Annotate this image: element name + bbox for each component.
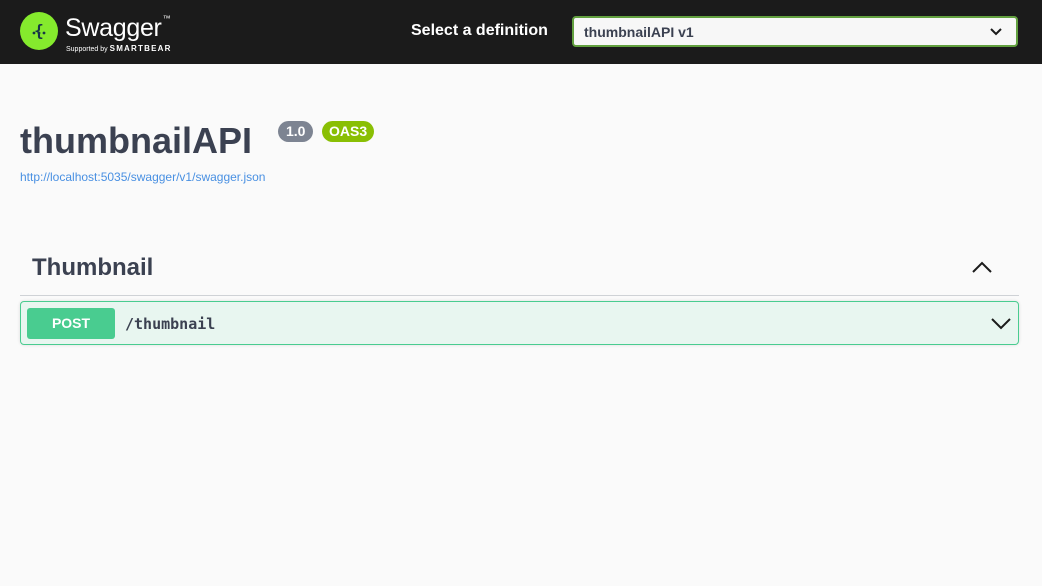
tag-thumbnail[interactable]: Thumbnail [20, 246, 1019, 296]
definition-select[interactable]: thumbnailAPI v1 [572, 16, 1018, 47]
version-badge: 1.0 [278, 121, 314, 142]
definition-label: Select a definition [411, 22, 548, 39]
chevron-down-icon[interactable] [990, 315, 1012, 331]
logo-trademark: ™ [162, 14, 171, 23]
api-info: thumbnailAPI 1.0 OAS3 http://localhost:5… [20, 118, 1020, 188]
chevron-up-icon[interactable] [971, 258, 993, 276]
svg-text:{: { [34, 21, 44, 40]
tag-title: Thumbnail [32, 254, 154, 281]
definition-select-value: thumbnailAPI v1 [584, 24, 694, 40]
chevron-down-icon [990, 28, 1002, 36]
swagger-logo[interactable]: { Swagger™ Supported by SMARTBEAR [20, 12, 180, 54]
operation-post-thumbnail[interactable]: POST /thumbnail [20, 301, 1019, 345]
topbar: { Swagger™ Supported by SMARTBEAR Select … [0, 0, 1042, 64]
spec-url-link[interactable]: http://localhost:5035/swagger/v1/swagger… [20, 170, 265, 184]
method-badge: POST [27, 308, 115, 339]
logo-brand: SMARTBEAR [109, 44, 172, 53]
logo-supported-by: Supported by [66, 46, 108, 53]
swagger-logo-icon: { [20, 12, 58, 50]
logo-subtitle: Supported by SMARTBEAR [66, 44, 172, 53]
api-title: thumbnailAPI [20, 120, 252, 161]
logo-text: Swagger™ [65, 14, 171, 42]
operation-path: /thumbnail [125, 315, 216, 333]
oas-badge: OAS3 [322, 121, 375, 142]
